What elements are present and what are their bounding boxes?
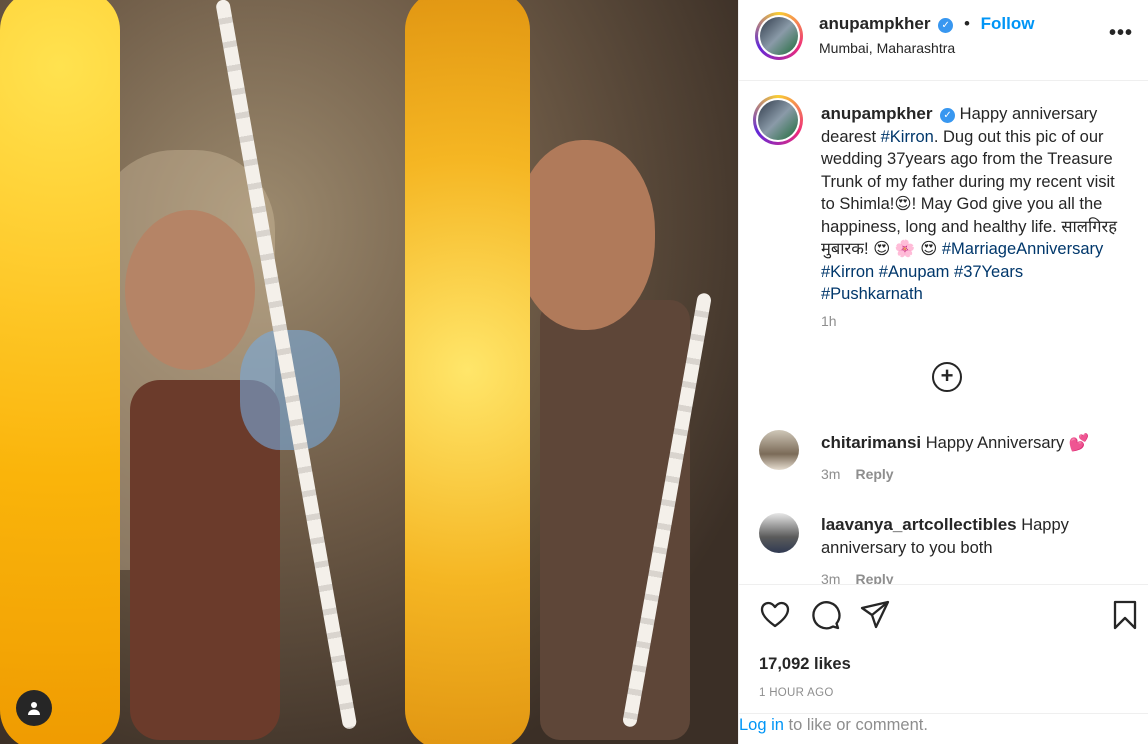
avatar[interactable] [755, 12, 803, 60]
location-link[interactable]: Mumbai, Maharashtra [819, 40, 955, 56]
login-suffix-text: to like or comment. [783, 716, 928, 734]
comment-avatar[interactable] [759, 513, 799, 553]
follow-button[interactable]: Follow [981, 14, 1035, 33]
photo-marigold-garland [0, 0, 120, 744]
hashtag-link[interactable]: #Pushkarnath [821, 285, 923, 303]
caption-text: . Dug out this pic of our wedding 37year… [821, 127, 1118, 259]
comment-text: Happy Anniversary 💕 [925, 434, 1090, 452]
plus-circle-icon[interactable]: + [932, 362, 962, 392]
comments-list[interactable]: anupampkher ✓ Happy anniversary dearest … [739, 81, 1148, 584]
login-prompt: Log in to like or comment. [739, 713, 1148, 748]
caption-avatar[interactable] [753, 95, 803, 145]
hashtag-link[interactable]: #Anupam [879, 263, 950, 281]
separator-dot: • [963, 14, 970, 33]
post-side-panel: anupampkher ✓ • Follow Mumbai, Maharasht… [738, 0, 1148, 744]
bookmark-icon[interactable] [1109, 599, 1141, 631]
header-user-row: anupampkher ✓ • Follow [819, 14, 1034, 34]
login-link[interactable]: Log in [739, 716, 784, 734]
header-username[interactable]: anupampkher [819, 14, 930, 33]
verified-badge-icon: ✓ [938, 18, 954, 33]
comment-item: chitarimansi Happy Anniversary 💕 [821, 432, 1121, 455]
hashtag-link[interactable]: #Kirron [881, 128, 934, 146]
photo-groom-face [515, 140, 655, 330]
photo-bride-face [125, 210, 255, 370]
caption-username[interactable]: anupampkher [821, 104, 932, 123]
post-timestamp[interactable]: 1 HOUR AGO [759, 687, 834, 699]
post-footer: 17,092 likes 1 HOUR AGO Log in to like o… [739, 584, 1148, 745]
post-photo[interactable] [0, 0, 738, 744]
caption-timestamp[interactable]: 1h [821, 313, 837, 329]
hashtag-link[interactable]: #37Years [954, 263, 1023, 281]
comment-timestamp[interactable]: 3m [821, 571, 840, 584]
likes-count[interactable]: 17,092 likes [759, 655, 851, 674]
hashtag-link[interactable]: #Kirron [821, 263, 874, 281]
comment-timestamp[interactable]: 3m [821, 466, 840, 482]
verified-badge-icon: ✓ [940, 108, 956, 123]
user-icon[interactable] [16, 690, 52, 726]
comment-meta: 3m Reply [821, 571, 894, 584]
reply-button[interactable]: Reply [855, 571, 893, 584]
post-caption: anupampkher ✓ Happy anniversary dearest … [821, 103, 1121, 306]
heart-icon[interactable] [759, 599, 791, 631]
hashtag-link[interactable]: #MarriageAnniversary [942, 240, 1103, 258]
photo-marigold-garland [405, 0, 530, 744]
comment-item: laavanya_artcollectibles Happy anniversa… [821, 514, 1121, 559]
paper-plane-icon[interactable] [859, 599, 891, 631]
comment-avatar[interactable] [759, 430, 799, 470]
reply-button[interactable]: Reply [855, 466, 893, 482]
comment-username[interactable]: laavanya_artcollectibles [821, 515, 1017, 534]
more-options-button[interactable]: ••• [1109, 22, 1133, 45]
comment-meta: 3m Reply [821, 466, 894, 482]
post-header: anupampkher ✓ • Follow Mumbai, Maharasht… [739, 0, 1148, 81]
comment-bubble-icon[interactable] [809, 599, 841, 631]
comment-username[interactable]: chitarimansi [821, 433, 921, 452]
